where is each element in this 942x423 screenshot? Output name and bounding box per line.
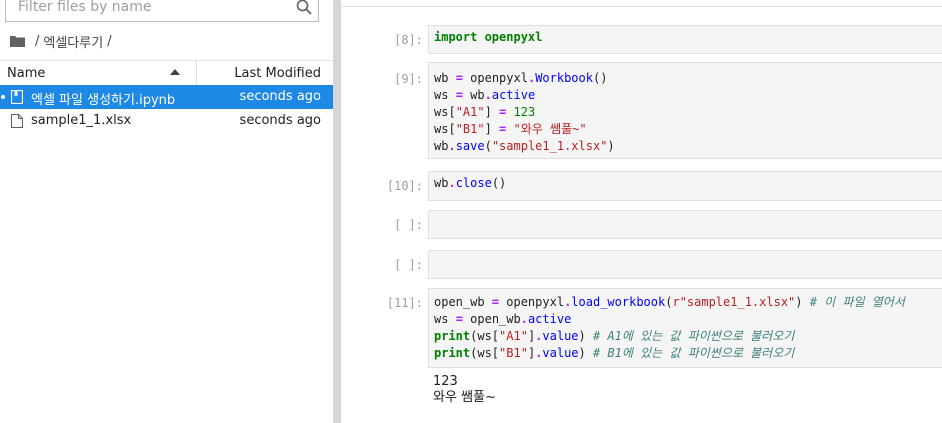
breadcrumb-separator: / <box>107 33 112 49</box>
execution-prompt: [ ]: <box>394 258 423 272</box>
breadcrumb-separator: / <box>35 33 40 49</box>
column-header-name[interactable]: Name <box>7 66 45 81</box>
search-box[interactable] <box>5 0 319 22</box>
code-line: ws["B1"] = "와우 쌤풀~" <box>434 122 587 136</box>
code-editor[interactable]: wb = openpyxl.Workbook() ws = wb.active ws… <box>428 62 942 159</box>
breadcrumb-folder[interactable]: 엑셀다루기 <box>43 32 103 51</box>
code-line: print(ws["B1"].value) # B1에 있는 값 파이썬으로 불… <box>434 346 795 360</box>
column-divider[interactable] <box>196 61 197 85</box>
running-indicator-icon <box>1 95 5 99</box>
search-icon[interactable] <box>296 0 312 15</box>
file-name[interactable]: sample1_1.xlsx <box>31 113 131 128</box>
code-cell[interactable]: [10]: wb.close() <box>341 171 942 201</box>
code-line: open_wb = openpyxl.load_workbook(r"sampl… <box>434 295 905 309</box>
code-line: ws = wb.active <box>434 88 536 102</box>
file-icon <box>11 114 23 128</box>
file-browser-panel: / 엑셀다루기 / Name Last Modified 엑셀 파일 생성하기.… <box>0 0 333 423</box>
code-editor[interactable]: wb.close() <box>428 171 942 201</box>
file-row[interactable]: sample1_1.xlsx seconds ago <box>0 109 333 133</box>
search-input[interactable] <box>18 0 288 15</box>
output-line: 123 <box>433 374 458 389</box>
file-modified: seconds ago <box>239 89 321 104</box>
code-line: wb.close() <box>434 176 507 190</box>
execution-prompt: [8]: <box>394 33 423 47</box>
code-cell[interactable]: [8]: import openpyxl <box>341 25 942 54</box>
file-list-header: Name Last Modified <box>0 60 333 86</box>
folder-icon[interactable] <box>10 35 25 47</box>
output-line: 와우 쌤풀~ <box>433 390 496 405</box>
code-line: wb = openpyxl.Workbook() <box>434 71 608 85</box>
execution-prompt: [10]: <box>386 179 423 193</box>
code-editor[interactable]: import openpyxl <box>428 25 942 54</box>
code-cell[interactable]: [ ]: <box>341 210 942 239</box>
notebook-toolbar <box>341 0 942 7</box>
column-header-last-modified[interactable]: Last Modified <box>234 66 321 81</box>
notebook-icon <box>11 90 23 104</box>
code-line: print(ws["A1"].value) # A1에 있는 값 파이썬으로 불… <box>434 329 795 343</box>
file-name[interactable]: 엑셀 파일 생성하기.ipynb <box>31 89 175 108</box>
code-line: ws["A1"] = 123 <box>434 105 536 119</box>
file-modified: seconds ago <box>239 113 321 128</box>
code-line: ws = open_wb.active <box>434 312 572 326</box>
execution-prompt: [11]: <box>386 296 423 310</box>
sort-ascending-icon[interactable] <box>170 69 180 75</box>
execution-prompt: [ ]: <box>394 218 423 232</box>
code-editor[interactable] <box>428 210 942 239</box>
cell-output: 123 와우 쌤풀~ <box>433 374 496 406</box>
code-line: wb.save("sample1_1.xlsx") <box>434 139 615 153</box>
code-token: import openpyxl <box>434 30 543 44</box>
code-cell[interactable]: [11]: open_wb = openpyxl.load_workbook(r… <box>341 288 942 423</box>
code-editor[interactable] <box>428 250 942 279</box>
breadcrumb: / 엑셀다루기 / <box>10 32 116 51</box>
execution-prompt: [9]: <box>394 72 423 86</box>
panel-splitter[interactable] <box>333 0 341 423</box>
file-row[interactable]: 엑셀 파일 생성하기.ipynb seconds ago <box>0 85 333 109</box>
notebook-panel: [8]: import openpyxl [9]: wb = openpyxl.… <box>341 0 942 423</box>
code-editor[interactable]: open_wb = openpyxl.load_workbook(r"sampl… <box>428 288 942 368</box>
code-cell[interactable]: [9]: wb = openpyxl.Workbook() ws = wb.act… <box>341 62 942 159</box>
code-cell[interactable]: [ ]: <box>341 250 942 279</box>
